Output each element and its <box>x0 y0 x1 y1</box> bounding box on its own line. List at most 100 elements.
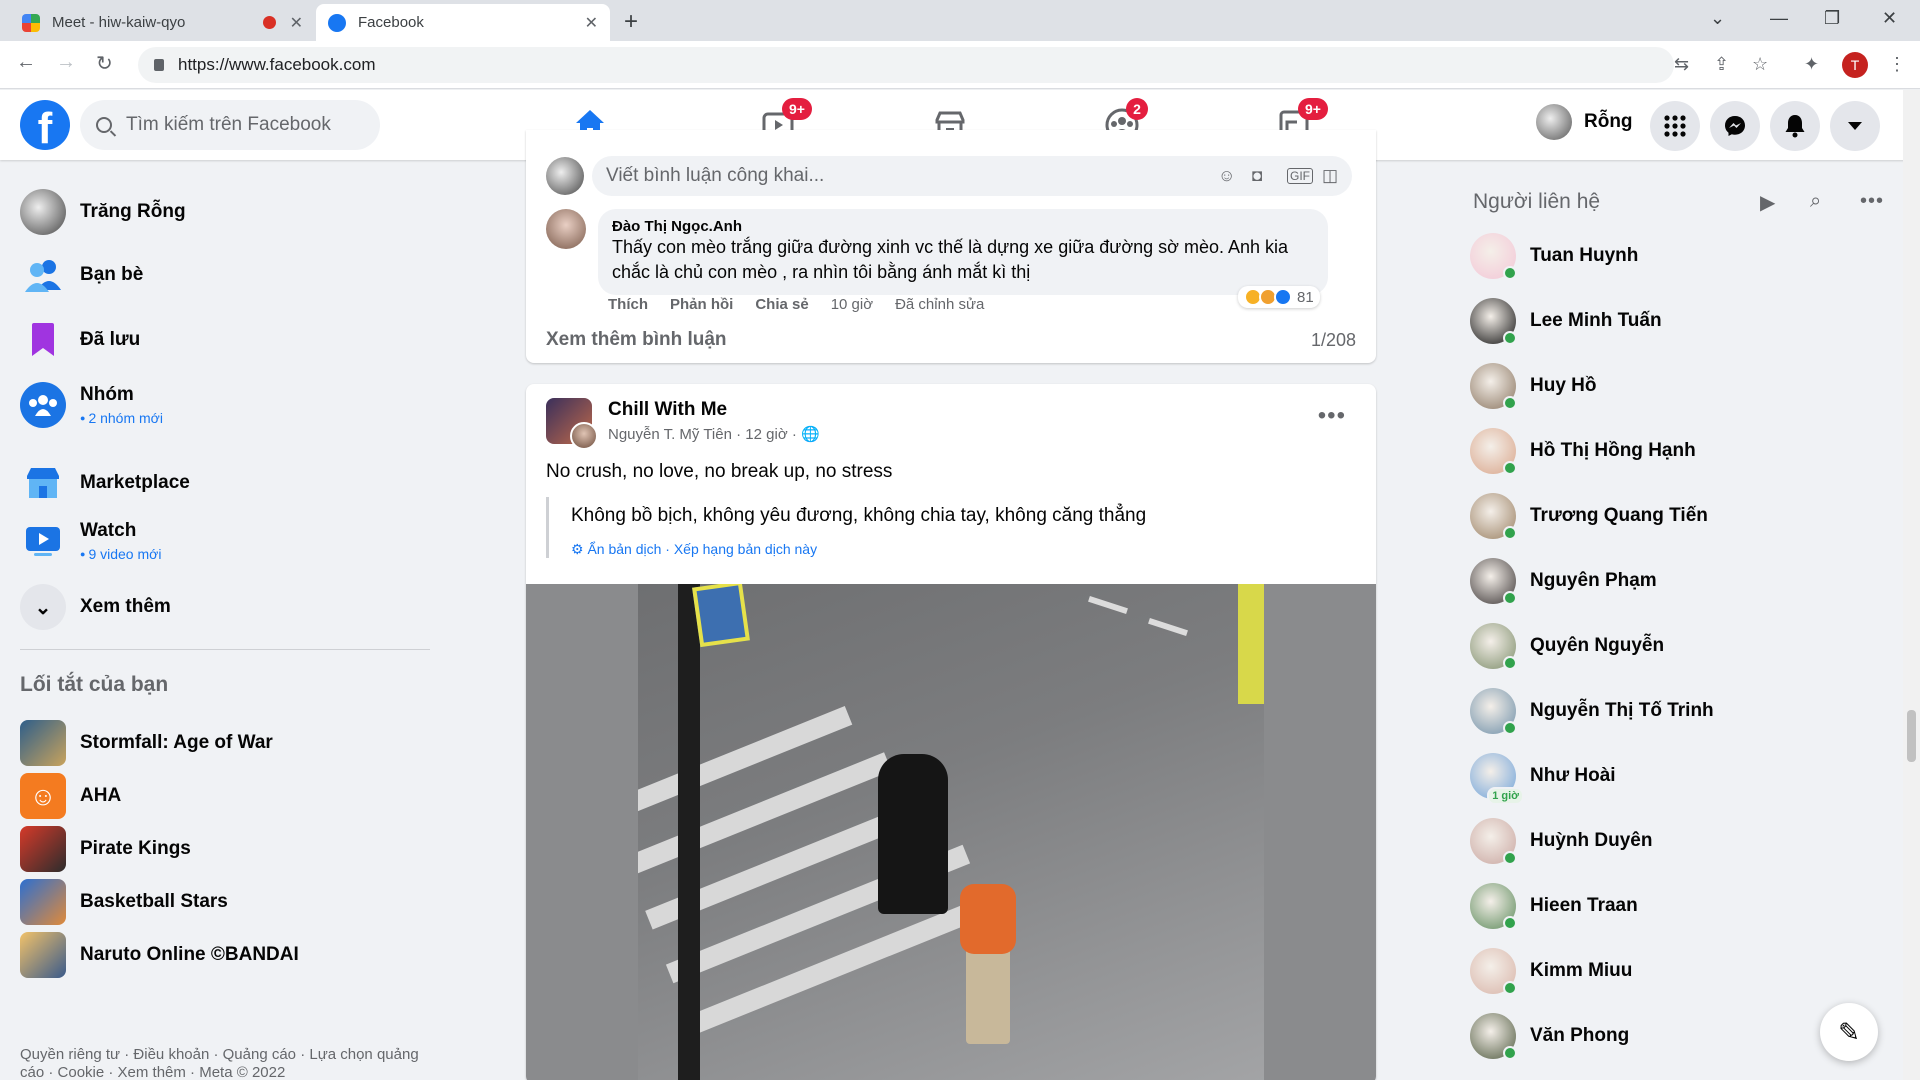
profile-shortcut[interactable]: Rỗng <box>1536 104 1633 140</box>
contact-item[interactable]: Văn Phong <box>1470 1013 1630 1060</box>
browser-tab-facebook[interactable]: Facebook ✕ <box>316 4 610 41</box>
shortcut-aha[interactable]: ☺ AHA <box>20 773 121 819</box>
facebook-logo-icon[interactable]: f <box>20 100 70 150</box>
avatar <box>20 189 66 235</box>
basketball-stars-game-icon <box>20 879 66 925</box>
contact-item[interactable]: Quyên Nguyễn <box>1470 623 1664 670</box>
new-message-button[interactable]: ✎ <box>1820 1003 1878 1061</box>
shortcut-naruto-online[interactable]: Naruto Online ©BANDAI <box>20 932 299 978</box>
close-tab-icon[interactable]: ✕ <box>585 13 598 33</box>
avatar <box>1470 883 1517 930</box>
comment-reactions[interactable]: 81 <box>1238 286 1320 308</box>
like-comment-button[interactable]: Thích <box>608 296 648 313</box>
sidebar-item-see-more[interactable]: ⌄ Xem thêm <box>20 584 171 630</box>
contact-item[interactable]: Trương Quang Tiến <box>1470 493 1708 540</box>
contact-item[interactable]: Nguyên Phạm <box>1470 558 1657 605</box>
avatar <box>1470 948 1517 995</box>
contacts-options-icon[interactable]: ••• <box>1860 190 1884 213</box>
woman-orange-shirt <box>960 884 1016 954</box>
contact-name: Văn Phong <box>1530 1025 1630 1046</box>
avatar <box>546 157 584 195</box>
contact-item[interactable]: Kimm Miuu <box>1470 948 1632 995</box>
minimize-icon[interactable]: — <box>1770 8 1788 29</box>
shortcut-pirate-kings[interactable]: Pirate Kings <box>20 826 191 872</box>
new-tab-icon[interactable]: + <box>624 8 638 36</box>
contact-item[interactable]: Huy Hồ <box>1470 363 1597 410</box>
notifications-button[interactable] <box>1770 101 1820 151</box>
post-time[interactable]: 12 giờ <box>745 426 787 443</box>
watch-new-count: 9 video mới <box>80 546 161 562</box>
sidebar-item-friends[interactable]: Bạn bè <box>20 252 143 298</box>
like-reaction-icon <box>1274 288 1292 306</box>
contact-item[interactable]: Nguyễn Thị Tố Trinh <box>1470 688 1714 735</box>
crosswalk-sign <box>692 584 750 648</box>
avatar[interactable] <box>546 209 586 249</box>
messenger-button[interactable] <box>1710 101 1760 151</box>
extensions-icon[interactable]: ✦ <box>1804 54 1819 75</box>
comment-input[interactable]: Viết bình luận công khai... ☺ ◘ GIF ◫ <box>592 156 1352 196</box>
video-call-icon[interactable]: ▶ <box>1760 190 1775 215</box>
close-tab-icon[interactable]: ✕ <box>290 13 303 33</box>
url-field[interactable]: https://www.facebook.com <box>138 47 1674 83</box>
contact-item[interactable]: 1 giờ Như Hoài <box>1470 753 1616 805</box>
last-active-badge: 1 giờ <box>1487 787 1524 805</box>
feed-post: Chill With Me Nguyễn T. Mỹ Tiên · 12 giờ… <box>526 384 1376 1080</box>
search-icon[interactable]: ⌕ <box>1810 190 1821 213</box>
contact-item[interactable]: Lee Minh Tuấn <box>1470 298 1662 345</box>
grid-menu-icon <box>1664 115 1686 137</box>
translation-block: Không bồ bịch, không yêu đương, không ch… <box>546 497 1146 558</box>
maximize-icon[interactable]: ❐ <box>1824 8 1840 29</box>
avatar <box>1470 1013 1517 1060</box>
comment-author[interactable]: Đào Thị Ngọc.Anh <box>612 218 1314 235</box>
share-icon[interactable]: ⇪ <box>1714 54 1729 75</box>
browser-profile-avatar[interactable]: T <box>1842 52 1868 78</box>
sidebar-item-profile[interactable]: Trăng Rỗng <box>20 189 186 235</box>
gif-icon[interactable]: GIF <box>1287 168 1313 184</box>
emoji-icon[interactable]: ☺ <box>1218 166 1235 186</box>
contact-item[interactable]: Huỳnh Duyên <box>1470 818 1652 865</box>
footer-links[interactable]: Quyền riêng tư · Điều khoản · Quảng cáo … <box>20 1046 420 1080</box>
tab-search-icon[interactable]: ⌄ <box>1710 8 1725 29</box>
facebook-favicon-icon <box>328 13 346 32</box>
account-button[interactable] <box>1830 101 1880 151</box>
group-avatar[interactable] <box>546 398 598 450</box>
sticker-icon[interactable]: ◫ <box>1322 166 1338 186</box>
sidebar-item-watch[interactable]: Watch9 video mới <box>20 518 161 564</box>
more-comments-link[interactable]: Xem thêm bình luận <box>546 329 727 351</box>
post-author[interactable]: Nguyễn T. Mỹ Tiên <box>608 426 732 443</box>
reload-icon[interactable]: ↻ <box>96 51 113 76</box>
comment-edited-label: Đã chỉnh sửa <box>895 296 985 313</box>
sidebar-item-groups[interactable]: Nhóm2 nhóm mới <box>20 382 163 428</box>
online-status-icon <box>1503 396 1517 410</box>
contact-item[interactable]: Hồ Thị Hồng Hạnh <box>1470 428 1696 475</box>
contact-name: Lee Minh Tuấn <box>1530 310 1662 331</box>
close-window-icon[interactable]: ✕ <box>1882 8 1897 29</box>
reply-comment-button[interactable]: Phản hồi <box>670 296 733 313</box>
translation-links[interactable]: Ẩn bản dịch · Xếp hạng bản dịch này <box>587 541 817 557</box>
scrollbar-thumb[interactable] <box>1907 710 1916 762</box>
post-image[interactable] <box>526 584 1376 1080</box>
sidebar-item-marketplace[interactable]: Marketplace <box>20 460 190 506</box>
menu-button[interactable] <box>1650 101 1700 151</box>
translate-icon[interactable]: ⇆ <box>1674 54 1689 75</box>
sidebar-item-saved[interactable]: Đã lưu <box>20 317 140 363</box>
forward-icon[interactable]: → <box>56 51 76 74</box>
browser-tab-meet[interactable]: Meet - hiw-kaiw-qyo ✕ <box>10 4 315 41</box>
post-group-name[interactable]: Chill With Me <box>608 399 820 421</box>
post-options-icon[interactable]: ••• <box>1318 402 1346 430</box>
share-comment-button[interactable]: Chia sẻ <box>755 296 808 313</box>
back-icon[interactable]: ← <box>16 51 36 74</box>
contact-item[interactable]: Hieen Traan <box>1470 883 1638 930</box>
camera-icon[interactable]: ◘ <box>1252 166 1262 186</box>
comment-time[interactable]: 10 giờ <box>831 296 873 313</box>
aha-app-icon: ☺ <box>20 773 66 819</box>
contact-item[interactable]: Tuan Huynh <box>1470 233 1638 280</box>
search-input[interactable]: Tìm kiếm trên Facebook <box>80 100 380 150</box>
shortcut-basketball-stars[interactable]: Basketball Stars <box>20 879 228 925</box>
page-scrollbar[interactable] <box>1903 90 1920 1080</box>
browser-menu-icon[interactable]: ⋮ <box>1888 54 1906 75</box>
bookmark-star-icon[interactable]: ☆ <box>1752 54 1768 75</box>
avatar[interactable] <box>570 422 598 450</box>
shortcut-stormfall[interactable]: Stormfall: Age of War <box>20 720 273 766</box>
stormfall-game-icon <box>20 720 66 766</box>
